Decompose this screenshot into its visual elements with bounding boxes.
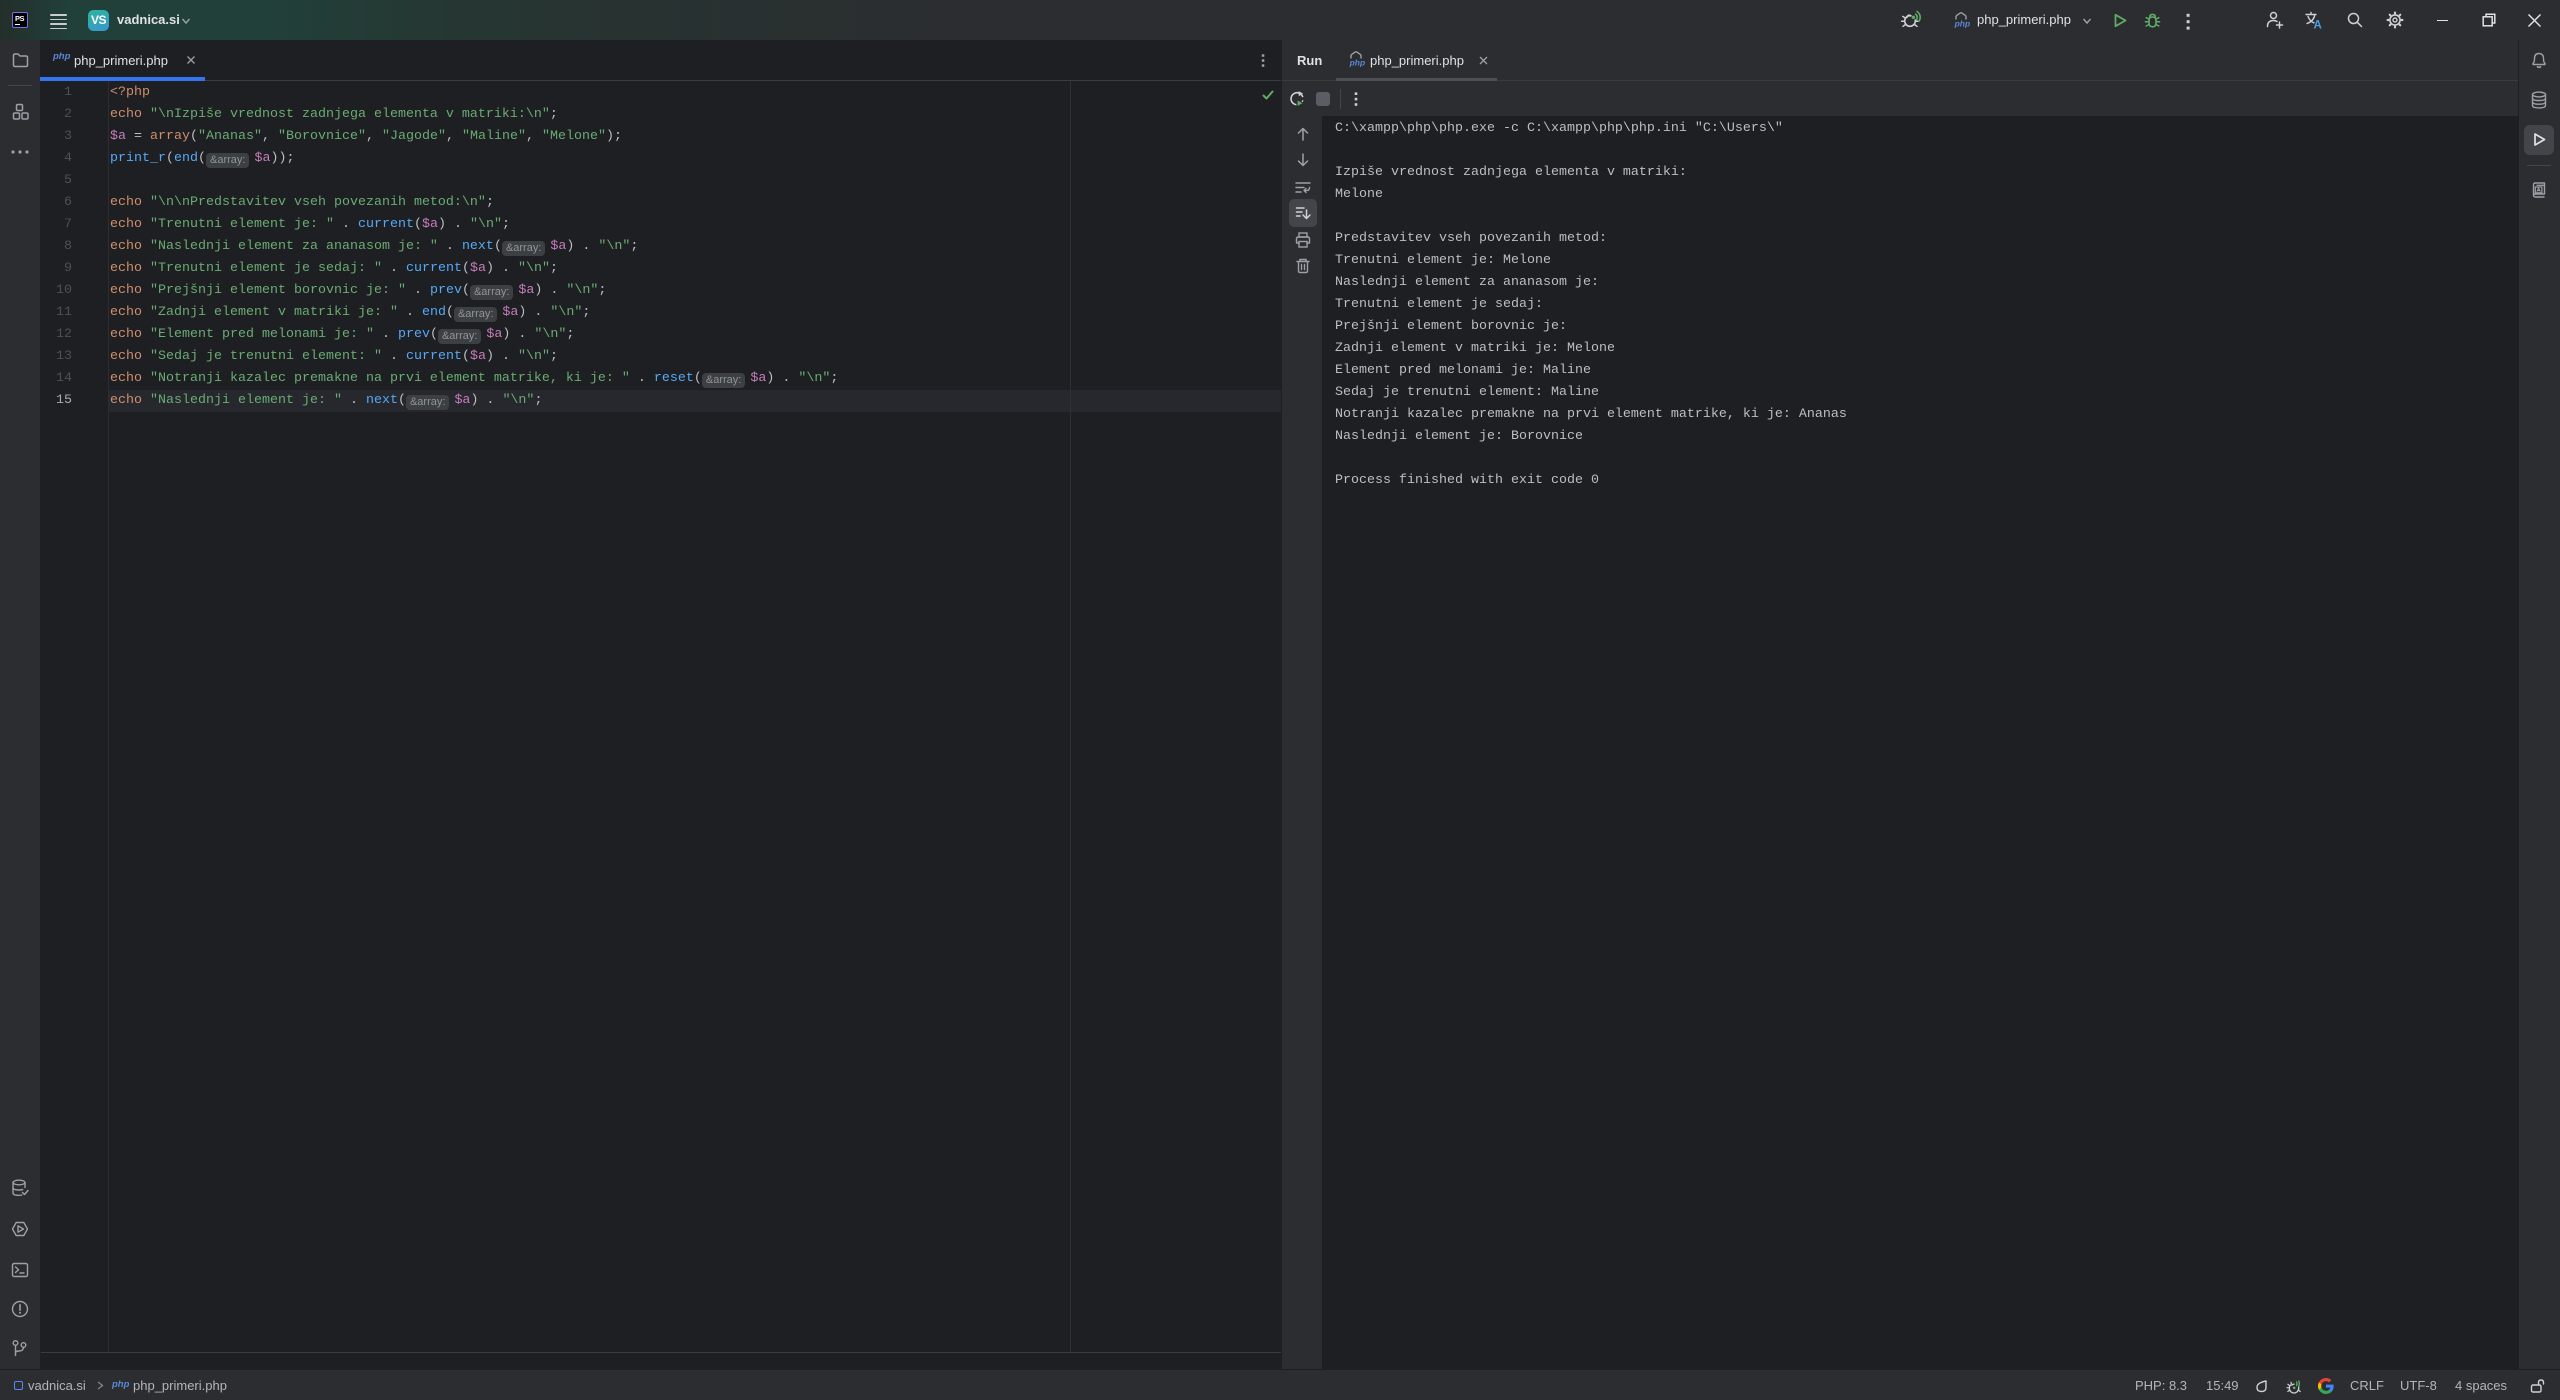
svg-text:A: A <box>2314 20 2322 31</box>
svg-text:php: php <box>1349 58 1366 68</box>
svg-text:php: php <box>1954 19 1971 29</box>
